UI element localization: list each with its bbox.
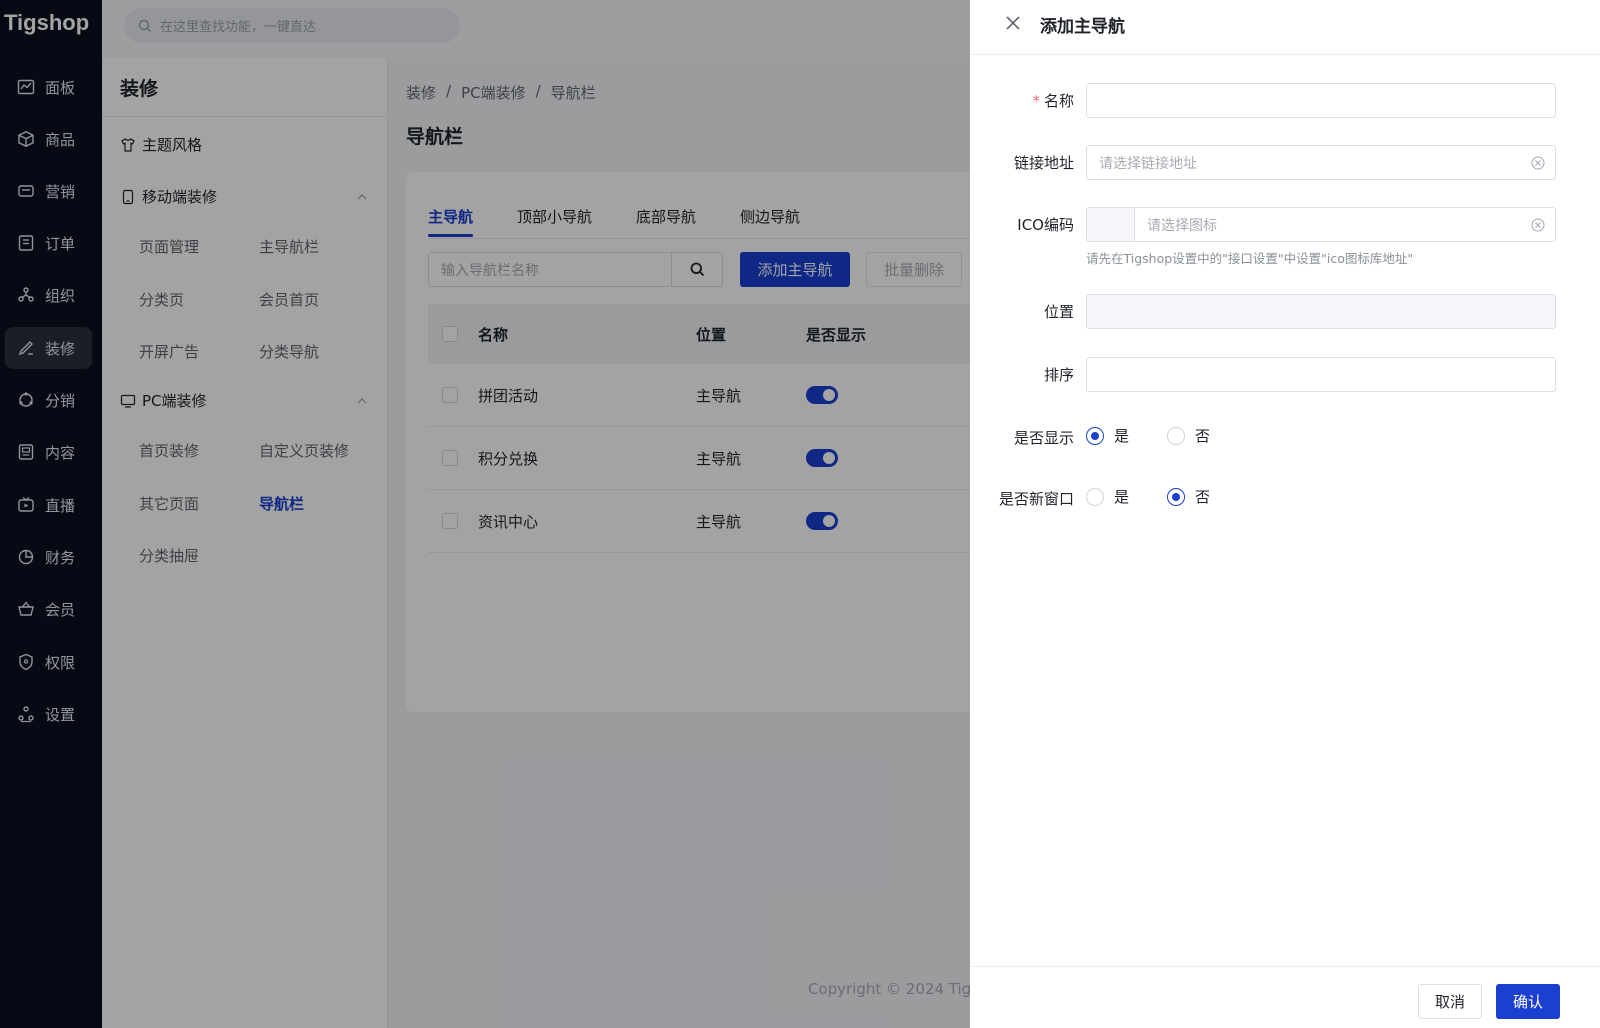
show-radio-group: 是 否 <box>1086 425 1248 446</box>
clear-icon[interactable] <box>1531 156 1545 170</box>
show-yes-label: 是 <box>1114 427 1130 445</box>
radio-unselected[interactable] <box>1167 426 1186 445</box>
sort-label: 排序 <box>1043 366 1074 384</box>
new-window-no-label: 否 <box>1195 488 1211 506</box>
name-label-text: 名称 <box>1043 92 1074 110</box>
link-placeholder: 请选择链接地址 <box>1099 155 1197 172</box>
position-input <box>1086 294 1556 329</box>
close-icon[interactable] <box>1004 14 1022 32</box>
new-window-radio-group: 是 否 <box>1086 486 1248 507</box>
ico-label: ICO编码 <box>1017 216 1074 234</box>
drawer-footer-divider <box>970 966 1600 967</box>
ico-hint: 请先在Tigshop设置中的"接口设置"中设置"ico图标库地址" <box>1086 251 1414 266</box>
new-window-yes-label: 是 <box>1114 488 1130 506</box>
clear-icon[interactable] <box>1531 218 1545 232</box>
cancel-button[interactable]: 取消 <box>1418 984 1482 1019</box>
position-label: 位置 <box>1043 303 1074 321</box>
show-no-option[interactable]: 否 <box>1167 425 1210 446</box>
ico-preview <box>1087 208 1135 241</box>
drawer-header-divider <box>970 54 1600 55</box>
sort-input[interactable] <box>1086 357 1556 392</box>
required-mark: * <box>1032 92 1040 110</box>
ico-placeholder: 请选择图标 <box>1147 217 1217 234</box>
show-label: 是否显示 <box>1013 429 1074 447</box>
name-label: * 名称 <box>970 90 1074 111</box>
radio-unselected[interactable] <box>1086 487 1104 506</box>
radio-selected[interactable] <box>1167 487 1186 506</box>
name-input[interactable] <box>1086 83 1556 118</box>
confirm-button[interactable]: 确认 <box>1496 984 1560 1019</box>
new-window-yes-option[interactable]: 是 <box>1086 486 1129 507</box>
link-select[interactable]: 请选择链接地址 <box>1086 145 1556 180</box>
new-window-no-option[interactable]: 否 <box>1167 486 1210 507</box>
new-window-label: 是否新窗口 <box>998 490 1074 508</box>
modal-overlay[interactable] <box>0 0 970 1028</box>
drawer-title: 添加主导航 <box>1040 17 1125 37</box>
show-no-label: 否 <box>1195 427 1211 445</box>
add-nav-drawer: 添加主导航 * 名称 链接地址 请选择链接地址 ICO编码 请选择图标 请先在Ti… <box>970 0 1600 1028</box>
show-yes-option[interactable]: 是 <box>1086 425 1129 446</box>
link-label: 链接地址 <box>1013 154 1074 172</box>
ico-select[interactable]: 请选择图标 <box>1086 207 1556 242</box>
radio-selected[interactable] <box>1086 426 1104 445</box>
